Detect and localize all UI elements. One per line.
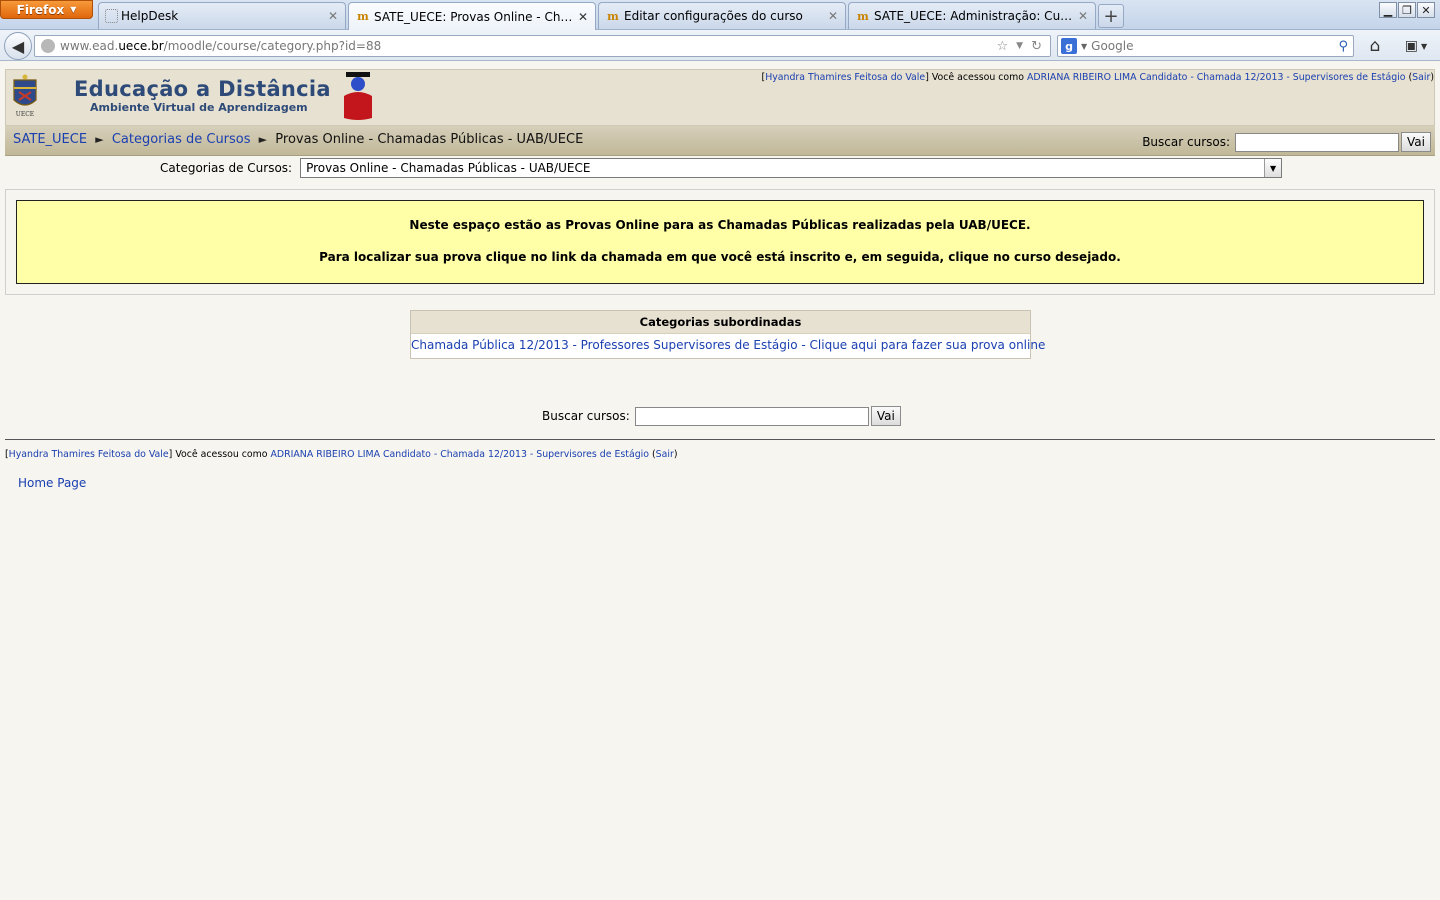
close-icon[interactable]: ✕: [327, 9, 339, 23]
subcategories-heading: Categorias subordinadas: [411, 311, 1030, 334]
search-go-button[interactable]: Vai: [870, 406, 901, 426]
breadcrumb-separator: ►: [95, 133, 104, 146]
category-select[interactable]: Provas Online - Chamadas Públicas - UAB/…: [300, 158, 1283, 178]
bookmarks-menu-button[interactable]: ▣ ▼: [1398, 36, 1434, 56]
tab-provas-online[interactable]: m SATE_UECE: Provas Online - Chamad... ✕: [348, 2, 596, 30]
current-user-link[interactable]: ADRIANA RIBEIRO LIMA Candidato - Chamada…: [270, 449, 649, 460]
category-description: Neste espaço estão as Provas Online para…: [16, 200, 1424, 284]
course-search-input[interactable]: [634, 406, 869, 426]
breadcrumb-current: Provas Online - Chamadas Públicas - UAB/…: [275, 132, 584, 147]
dropdown-arrow-icon: ▼: [70, 5, 77, 14]
footer-divider: [5, 439, 1435, 440]
uece-crest-icon: UECE: [13, 74, 37, 118]
description-line: Neste espaço estão as Provas Online para…: [409, 218, 1031, 232]
close-icon[interactable]: ✕: [827, 9, 839, 23]
star-icon[interactable]: ☆: [997, 39, 1009, 54]
restore-button[interactable]: ❐: [1398, 2, 1416, 18]
category-jump-menu: Categorias de Cursos: Provas Online - Ch…: [160, 158, 1283, 178]
subcategories-table: Categorias subordinadas Chamada Pública …: [410, 310, 1045, 359]
search-input[interactable]: Google: [1091, 39, 1338, 53]
globe-icon: [41, 39, 55, 53]
logout-link[interactable]: Sair: [656, 449, 674, 460]
real-user-link[interactable]: Hyandra Thamires Feitosa do Vale: [765, 72, 925, 83]
back-button[interactable]: ◀: [4, 32, 32, 60]
svg-text:UECE: UECE: [16, 111, 34, 118]
search-label: Buscar cursos:: [542, 409, 630, 423]
description-line: Para localizar sua prova clique no link …: [319, 250, 1121, 264]
search-bar[interactable]: g ▼ Google ⚲: [1057, 35, 1354, 57]
site-header: UECE Educação a Distância Ambiente Virtu…: [5, 69, 1435, 126]
search-label: Buscar cursos:: [1142, 135, 1231, 149]
breadcrumb: SATE_UECE ► Categorias de Cursos ► Prova…: [13, 132, 583, 147]
tab-title: Editar configurações do curso: [624, 9, 803, 23]
moodle-icon: m: [857, 9, 869, 23]
firefox-menu-label: Firefox: [16, 2, 65, 17]
search-icon[interactable]: ⚲: [1338, 39, 1348, 54]
new-tab-button[interactable]: +: [1098, 4, 1124, 28]
breadcrumb-categories-link[interactable]: Categorias de Cursos: [112, 132, 251, 147]
graduate-figure-icon: [344, 72, 372, 120]
tab-administracao-cursos[interactable]: m SATE_UECE: Administração: Cursos: ... …: [848, 2, 1096, 29]
browser-title-bar: Firefox ▼ HelpDesk ✕ m SATE_UECE: Provas…: [0, 0, 1440, 30]
close-icon[interactable]: ✕: [577, 10, 589, 24]
breadcrumb-home-link[interactable]: SATE_UECE: [13, 132, 87, 147]
close-icon[interactable]: ✕: [1077, 9, 1089, 23]
tab-title: SATE_UECE: Administração: Cursos: ...: [874, 9, 1073, 23]
breadcrumb-separator: ►: [258, 133, 268, 146]
home-page-link[interactable]: Home Page: [18, 476, 86, 490]
moodle-icon: m: [607, 9, 619, 23]
url-bar[interactable]: www.ead.uece.br/moodle/course/category.p…: [34, 35, 1051, 57]
reload-icon[interactable]: ↻: [1031, 39, 1042, 54]
tab-title: SATE_UECE: Provas Online - Chamad...: [374, 9, 573, 24]
header-course-search: Buscar cursos: Vai: [1142, 132, 1431, 152]
home-icon[interactable]: ⌂: [1364, 36, 1386, 56]
category-select-value: Provas Online - Chamadas Públicas - UAB/…: [306, 161, 591, 175]
subcategory-link[interactable]: Chamada Pública 12/2013 - Professores Su…: [411, 338, 1045, 352]
firefox-menu-button[interactable]: Firefox ▼: [0, 0, 93, 19]
login-info: [Hyandra Thamires Feitosa do Vale] Você …: [761, 72, 1434, 83]
moodle-icon: m: [357, 10, 369, 23]
category-menu-label: Categorias de Cursos:: [160, 161, 293, 175]
course-search-input[interactable]: [1235, 132, 1400, 152]
search-go-button[interactable]: Vai: [1401, 132, 1431, 152]
close-window-button[interactable]: ✕: [1417, 2, 1435, 18]
logo-title: Educação a Distância: [74, 77, 331, 101]
logout-link[interactable]: Sair: [1412, 72, 1430, 83]
url-text: www.ead.uece.br/moodle/course/category.p…: [60, 39, 382, 53]
blank-page-icon: [105, 9, 118, 23]
navigation-bar: SATE_UECE ► Categorias de Cursos ► Prova…: [5, 126, 1435, 156]
minimize-button[interactable]: ▁: [1379, 2, 1397, 18]
tab-helpdesk[interactable]: HelpDesk ✕: [98, 2, 346, 29]
search-engine-dropdown-icon[interactable]: ▼: [1081, 42, 1087, 51]
google-icon[interactable]: g: [1061, 38, 1077, 54]
current-user-link[interactable]: ADRIANA RIBEIRO LIMA Candidato - Chamada…: [1027, 72, 1406, 83]
category-description-container: Neste espaço estão as Provas Online para…: [5, 189, 1435, 295]
footer-course-search: Buscar cursos: Vai: [542, 406, 901, 426]
chevron-down-icon[interactable]: ▼: [1264, 159, 1282, 177]
back-arrow-icon: ◀: [11, 36, 25, 56]
logo-subtitle: Ambiente Virtual de Aprendizagem: [90, 101, 308, 114]
real-user-link[interactable]: Hyandra Thamires Feitosa do Vale: [9, 449, 169, 460]
tab-editar-configuracoes[interactable]: m Editar configurações do curso ✕: [598, 2, 846, 29]
tab-title: HelpDesk: [121, 9, 179, 23]
footer-login-info: [Hyandra Thamires Feitosa do Vale] Você …: [5, 449, 678, 460]
history-dropdown-icon[interactable]: ▼: [1016, 39, 1023, 54]
browser-toolbar: ◀ www.ead.uece.br/moodle/course/category…: [0, 30, 1440, 61]
